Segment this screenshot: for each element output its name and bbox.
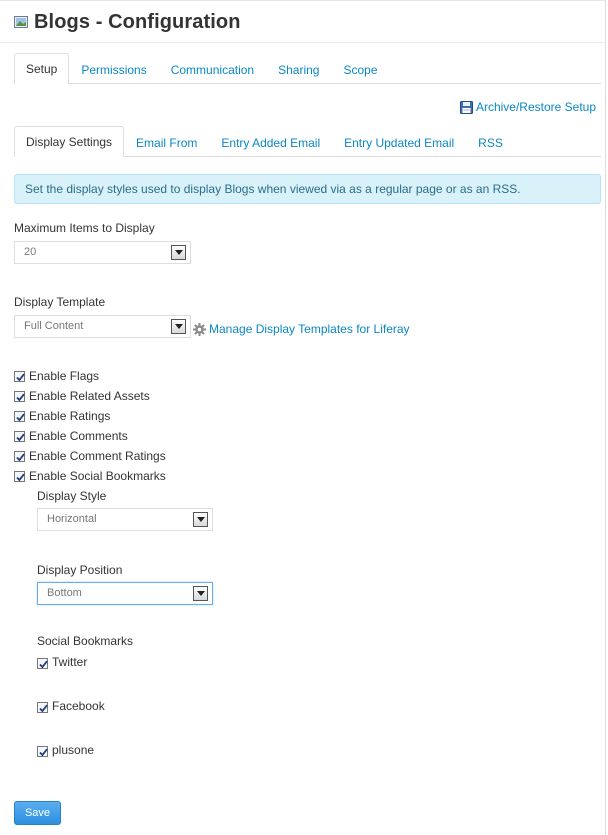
checkmark-icon xyxy=(16,393,25,401)
checkbox-enable-related-assets[interactable]: Enable Related Assets xyxy=(14,389,150,403)
manage-templates-link[interactable]: Manage Display Templates for Liferay xyxy=(193,322,410,336)
checkbox-enable-social-bookmarks[interactable]: Enable Social Bookmarks xyxy=(14,469,166,483)
checkbox-enable-comments[interactable]: Enable Comments xyxy=(14,429,128,443)
max-items-label: Maximum Items to Display xyxy=(14,221,155,235)
display-template-label: Display Template xyxy=(14,295,106,309)
checkbox-box[interactable] xyxy=(14,370,25,382)
config-tabs: Setup Permissions Communication Sharing … xyxy=(14,53,601,84)
display-template-value: Full Content xyxy=(24,320,84,332)
tab-rss[interactable]: RSS xyxy=(466,127,515,157)
display-position-label: Display Position xyxy=(37,563,123,577)
checkbox-box[interactable] xyxy=(14,390,25,402)
display-position-select[interactable]: Bottom xyxy=(37,582,213,605)
tab-entry-added-email[interactable]: Entry Added Email xyxy=(209,127,332,157)
checkbox-label: Enable Flags xyxy=(29,369,100,383)
tab-permissions[interactable]: Permissions xyxy=(69,54,158,84)
save-button[interactable]: Save xyxy=(14,801,61,825)
checkbox-box[interactable] xyxy=(14,430,25,442)
checkbox-enable-ratings[interactable]: Enable Ratings xyxy=(14,409,110,423)
checkbox-plusone[interactable]: plusone xyxy=(37,743,94,757)
checkbox-box[interactable] xyxy=(14,470,25,482)
archive-restore-link[interactable]: Archive/Restore Setup xyxy=(459,100,596,114)
tab-sharing[interactable]: Sharing xyxy=(266,54,331,84)
checkbox-box[interactable] xyxy=(37,746,48,757)
checkmark-icon xyxy=(16,413,25,421)
tab-entry-updated-email[interactable]: Entry Updated Email xyxy=(332,127,466,157)
checkbox-facebook[interactable]: Facebook xyxy=(37,699,105,713)
header-divider xyxy=(0,42,606,43)
blogs-app-icon xyxy=(14,16,28,28)
max-items-select[interactable]: 20 xyxy=(14,241,191,264)
dropdown-arrow-icon xyxy=(171,319,186,334)
display-template-select[interactable]: Full Content xyxy=(14,315,191,338)
checkbox-label: Enable Social Bookmarks xyxy=(29,469,166,483)
checkmark-icon xyxy=(39,660,48,669)
checkbox-label: Enable Comments xyxy=(29,429,128,443)
dropdown-arrow-icon xyxy=(193,586,208,601)
tab-scope[interactable]: Scope xyxy=(331,54,389,84)
checkbox-box[interactable] xyxy=(37,702,48,713)
page-title: Blogs - Configuration xyxy=(34,10,241,33)
display-position-value: Bottom xyxy=(47,587,82,599)
save-disk-icon xyxy=(459,100,473,114)
checkbox-label: Facebook xyxy=(52,699,105,713)
dropdown-arrow-icon xyxy=(171,245,186,260)
social-bookmarks-label: Social Bookmarks xyxy=(37,634,134,648)
checkbox-label: Enable Ratings xyxy=(29,409,111,423)
checkbox-box[interactable] xyxy=(37,658,48,669)
tab-display-settings[interactable]: Display Settings xyxy=(14,126,125,157)
tab-email-from[interactable]: Email From xyxy=(124,127,209,157)
checkbox-label: Enable Related Assets xyxy=(29,389,150,403)
manage-templates-label: Manage Display Templates for Liferay xyxy=(209,322,410,336)
checkbox-label: plusone xyxy=(52,743,95,757)
dropdown-arrow-icon xyxy=(193,512,208,527)
display-style-select[interactable]: Horizontal xyxy=(37,508,213,531)
checkmark-icon xyxy=(39,704,48,713)
checkbox-label: Enable Comment Ratings xyxy=(29,449,166,463)
checkbox-twitter[interactable]: Twitter xyxy=(37,655,87,669)
checkbox-enable-flags[interactable]: Enable Flags xyxy=(14,369,99,383)
gear-icon xyxy=(193,322,206,336)
info-message: Set the display styles used to display B… xyxy=(14,174,601,204)
portlet-header: Blogs - Configuration xyxy=(14,8,241,36)
checkbox-box[interactable] xyxy=(14,410,25,422)
checkmark-icon xyxy=(16,453,25,461)
tab-setup[interactable]: Setup xyxy=(14,53,70,84)
archive-restore-label: Archive/Restore Setup xyxy=(475,100,596,114)
tab-communication[interactable]: Communication xyxy=(159,54,266,84)
display-style-label: Display Style xyxy=(37,489,107,503)
display-style-value: Horizontal xyxy=(47,513,97,525)
checkbox-box[interactable] xyxy=(14,450,25,462)
display-settings-tabs: Display Settings Email From Entry Added … xyxy=(14,126,601,157)
max-items-value: 20 xyxy=(24,246,37,258)
checkmark-icon xyxy=(16,433,25,441)
checkmark-icon xyxy=(16,473,25,481)
checkbox-enable-comment-ratings[interactable]: Enable Comment Ratings xyxy=(14,449,166,463)
checkbox-label: Twitter xyxy=(52,655,88,669)
checkmark-icon xyxy=(39,748,48,757)
checkmark-icon xyxy=(16,373,25,381)
